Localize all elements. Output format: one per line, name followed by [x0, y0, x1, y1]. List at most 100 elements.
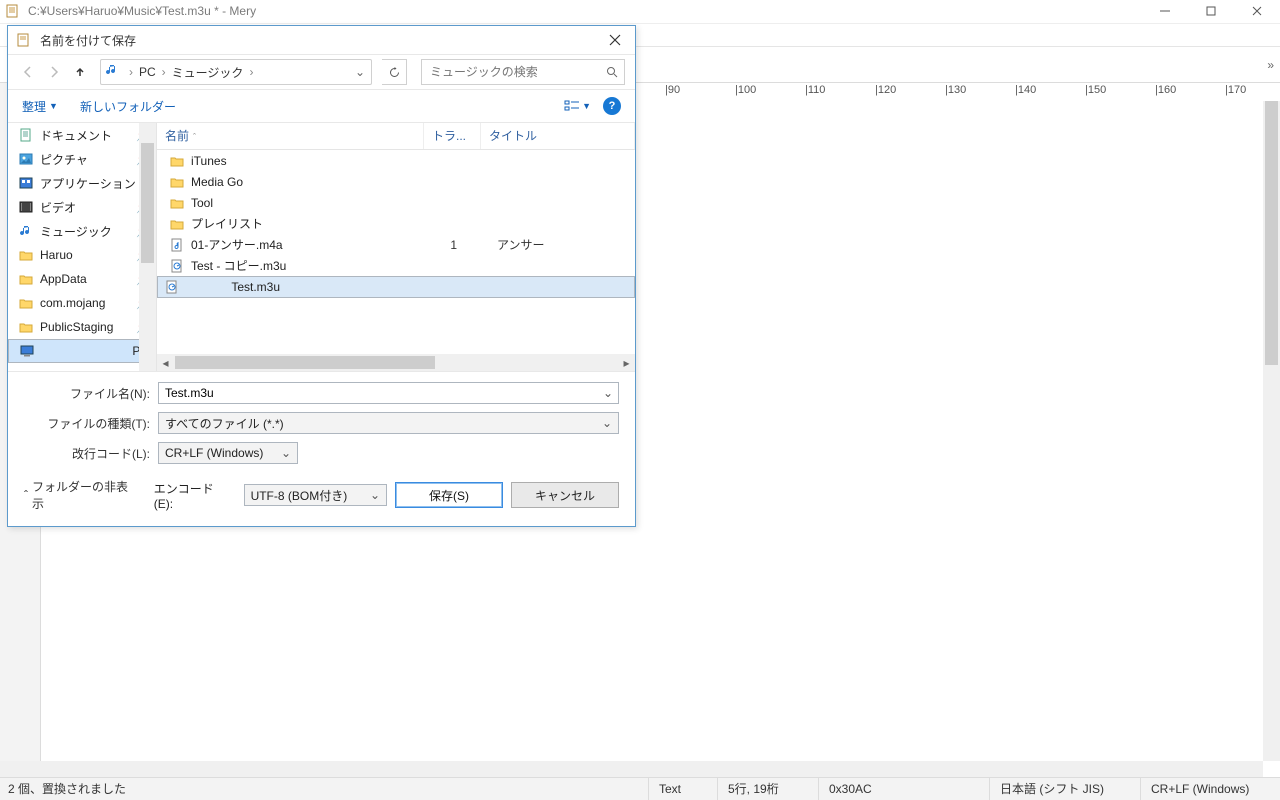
- encoding-label: エンコード(E):: [154, 480, 232, 511]
- scroll-right-icon[interactable]: ▸: [618, 354, 635, 371]
- status-bar: 2 個、置換されました Text 5行, 19桁 0x30AC 日本語 (シフト…: [0, 777, 1280, 800]
- nav-back-button[interactable]: [18, 62, 38, 82]
- filename-label: ファイル名(N):: [24, 385, 154, 402]
- window-close-button[interactable]: [1234, 0, 1280, 22]
- chevron-down-icon: ⌄: [281, 446, 291, 460]
- fld-icon: [18, 247, 34, 263]
- organize-menu[interactable]: 整理▼: [22, 98, 58, 115]
- app-title-text: C:¥Users¥Haruo¥Music¥Test.m3u * - Mery: [28, 0, 256, 22]
- scrollbar-thumb[interactable]: [175, 356, 435, 369]
- chevron-right-icon: ›: [247, 65, 255, 79]
- tree-item[interactable]: アプリケーション📌: [8, 171, 156, 195]
- audio-icon: [169, 237, 185, 253]
- col-name[interactable]: 名前ˆ: [157, 123, 424, 149]
- hide-folders-toggle[interactable]: ˆフォルダーの非表示: [24, 478, 138, 512]
- nav-up-button[interactable]: [70, 62, 90, 82]
- folder-tree[interactable]: ドキュメント📌ピクチャ📌アプリケーション📌ビデオ📌ミュージック📌Haruo📌Ap…: [8, 123, 157, 371]
- file-name: プレイリスト: [191, 215, 421, 232]
- editor-horizontal-scrollbar[interactable]: [0, 761, 1263, 778]
- mus-icon: [18, 223, 34, 239]
- search-icon: [606, 66, 618, 78]
- toolbar-overflow-icon[interactable]: »: [1267, 58, 1274, 72]
- address-breadcrumb[interactable]: › PC › ミュージック › ⌄: [100, 59, 372, 85]
- crumb-music[interactable]: ミュージック: [168, 64, 248, 81]
- status-eol[interactable]: CR+LF (Windows): [1140, 778, 1280, 800]
- filetype-label: ファイルの種類(T):: [24, 415, 154, 432]
- search-input[interactable]: [428, 64, 606, 80]
- scrollbar-thumb[interactable]: [1265, 101, 1278, 365]
- tree-item[interactable]: PC: [8, 339, 156, 363]
- file-row[interactable]: Tool: [157, 192, 635, 213]
- tree-item[interactable]: ドキュメント📌: [8, 123, 156, 147]
- dialog-close-button[interactable]: [595, 26, 635, 54]
- tree-item-label: AppData: [40, 272, 87, 286]
- m3u-icon: [164, 279, 180, 295]
- pic-icon: [18, 151, 34, 167]
- filename-dropdown-icon[interactable]: ⌄: [603, 386, 613, 400]
- col-track[interactable]: トラ...: [424, 123, 481, 149]
- tree-item[interactable]: com.mojang📌: [8, 291, 156, 315]
- doc-icon: [18, 127, 34, 143]
- filename-input[interactable]: [158, 382, 619, 404]
- chevron-down-icon: ⌄: [602, 416, 612, 430]
- file-list[interactable]: iTunes Media Go Tool プレイリスト 01-アンサー.m4a1アンサー…: [157, 150, 635, 354]
- file-row[interactable]: Media Go: [157, 171, 635, 192]
- dialog-icon: [16, 32, 32, 48]
- eol-select[interactable]: CR+LF (Windows)⌄: [158, 442, 298, 464]
- dialog-titlebar: 名前を付けて保存: [8, 26, 635, 55]
- tree-scrollbar[interactable]: [139, 123, 156, 371]
- fld-icon: [18, 271, 34, 287]
- app-icon: [4, 2, 22, 20]
- dialog-command-bar: 整理▼ 新しいフォルダー ▼ ?: [8, 90, 635, 123]
- new-folder-button[interactable]: 新しいフォルダー: [80, 98, 176, 115]
- file-title: アンサー: [467, 236, 545, 253]
- nav-forward-button[interactable]: [44, 62, 64, 82]
- tree-item[interactable]: AppData📌: [8, 267, 156, 291]
- app-icon: [18, 175, 34, 191]
- status-encoding[interactable]: 日本語 (シフト JIS): [989, 778, 1140, 800]
- window-maximize-button[interactable]: [1188, 0, 1234, 22]
- editor-vertical-scrollbar[interactable]: [1263, 101, 1280, 761]
- tree-item[interactable]: ミュージック📌: [8, 219, 156, 243]
- view-options-button[interactable]: ▼: [564, 99, 591, 113]
- chevron-down-icon: ▼: [49, 101, 58, 111]
- file-row[interactable]: Test - コピー.m3u: [157, 255, 635, 276]
- file-row[interactable]: Test.m3u: [157, 276, 635, 298]
- chevron-down-icon: ▼: [582, 101, 591, 111]
- tree-item[interactable]: ビデオ📌: [8, 195, 156, 219]
- file-name: Test - コピー.m3u: [191, 257, 421, 274]
- save-button[interactable]: 保存(S): [395, 482, 503, 508]
- crumb-pc[interactable]: PC: [135, 65, 160, 79]
- chevron-up-icon: ˆ: [24, 488, 28, 502]
- folder-icon: [169, 153, 185, 169]
- fld-icon: [18, 295, 34, 311]
- dialog-search-box[interactable]: [421, 59, 625, 85]
- tree-item[interactable]: Haruo📌: [8, 243, 156, 267]
- scrollbar-thumb[interactable]: [141, 143, 154, 263]
- breadcrumb-dropdown-icon[interactable]: ⌄: [349, 65, 371, 79]
- filetype-select[interactable]: すべてのファイル (*.*)⌄: [158, 412, 619, 434]
- file-row[interactable]: プレイリスト: [157, 213, 635, 234]
- tree-item[interactable]: ピクチャ📌: [8, 147, 156, 171]
- dialog-title: 名前を付けて保存: [40, 32, 136, 49]
- help-button[interactable]: ?: [603, 97, 621, 115]
- file-hscrollbar[interactable]: ◂ ▸: [157, 354, 635, 371]
- eol-label: 改行コード(L):: [24, 445, 154, 462]
- folder-icon: [169, 174, 185, 190]
- nav-refresh-button[interactable]: [382, 59, 407, 85]
- cancel-button[interactable]: キャンセル: [511, 482, 619, 508]
- file-name: iTunes: [191, 154, 421, 168]
- file-column-header[interactable]: 名前ˆ トラ... タイトル: [157, 123, 635, 150]
- folder-icon: [169, 195, 185, 211]
- file-name: 01-アンサー.m4a: [191, 236, 421, 253]
- tree-item[interactable]: PublicStaging📌: [8, 315, 156, 339]
- scroll-left-icon[interactable]: ◂: [157, 354, 174, 371]
- file-row[interactable]: iTunes: [157, 150, 635, 171]
- col-title[interactable]: タイトル: [481, 123, 635, 149]
- chevron-right-icon: ›: [127, 65, 135, 79]
- window-minimize-button[interactable]: [1142, 0, 1188, 22]
- file-name: Tool: [191, 196, 421, 210]
- file-row[interactable]: 01-アンサー.m4a1アンサー: [157, 234, 635, 255]
- pc-icon: [19, 343, 35, 359]
- encoding-select[interactable]: UTF-8 (BOM付き)⌄: [244, 484, 387, 506]
